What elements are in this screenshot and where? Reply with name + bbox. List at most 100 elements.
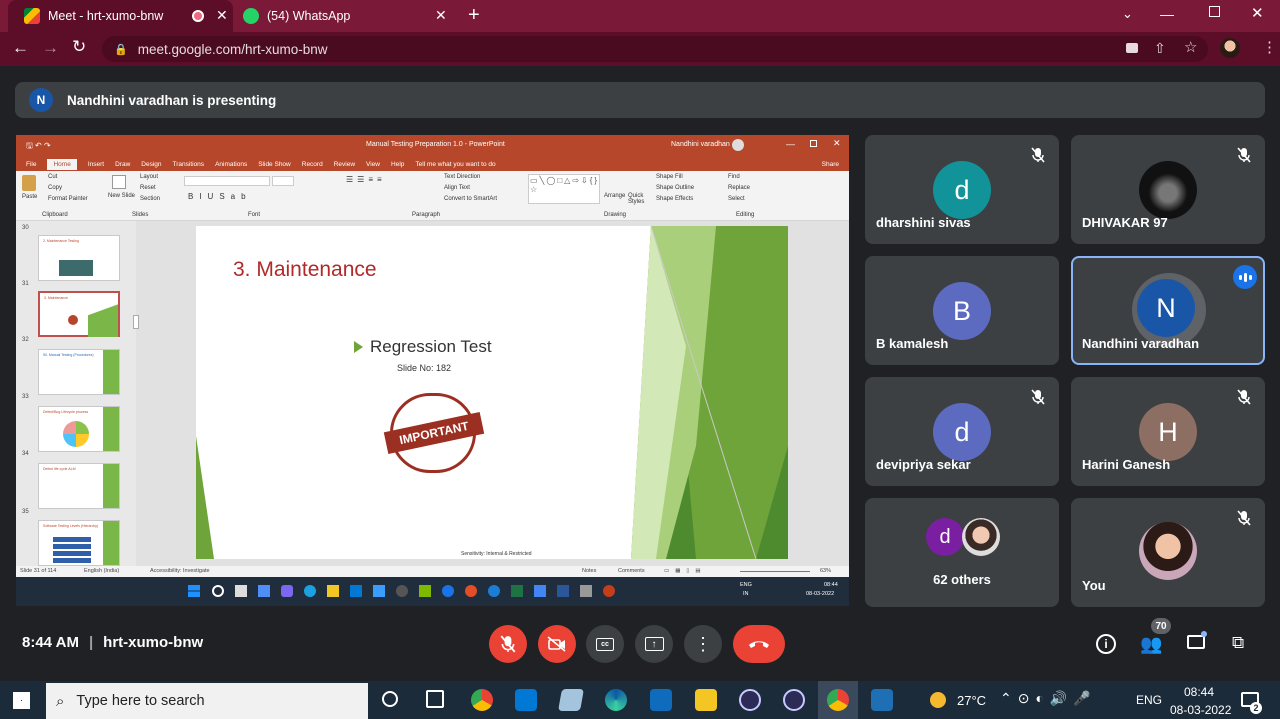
people-icon[interactable]: 👥: [1140, 634, 1162, 655]
thumbnail-slide-32[interactable]: 50. Manual Testing (Procedures): [38, 349, 120, 395]
back-icon[interactable]: ←: [12, 38, 29, 58]
paste-icon[interactable]: [22, 175, 36, 191]
status-zoom[interactable]: 63%: [820, 568, 831, 574]
restore-icon[interactable]: [1209, 6, 1220, 17]
tray-language[interactable]: ENG: [1136, 693, 1162, 707]
participant-tile[interactable]: d dharshini sivas: [865, 135, 1059, 244]
app-icon[interactable]: [783, 689, 805, 711]
tray-time[interactable]: 08:44: [1184, 685, 1214, 699]
task-view-icon[interactable]: [426, 690, 444, 708]
reset-button[interactable]: Reset: [140, 185, 156, 191]
shape-outline-button[interactable]: Shape Outline: [656, 185, 694, 191]
pp-tell-me[interactable]: Tell me what you want to do: [415, 161, 495, 168]
thumbnail-slide-33[interactable]: Defect/Bug Lifecycle process: [38, 406, 120, 452]
pp-menu-slideshow[interactable]: Slide Show: [258, 161, 291, 168]
zoom-slider[interactable]: [740, 571, 810, 572]
close-tab-icon[interactable]: ✕: [435, 7, 447, 24]
pp-menu-animations[interactable]: Animations: [215, 161, 247, 168]
captions-button[interactable]: cc: [586, 625, 624, 663]
weather-temp[interactable]: 27°C: [957, 693, 986, 708]
forward-icon[interactable]: →: [42, 38, 59, 58]
status-accessibility[interactable]: Accessibility: Investigate: [150, 568, 210, 574]
thumbnail-slide-31[interactable]: 3. Maintenance: [38, 291, 120, 337]
weather-icon[interactable]: [930, 692, 946, 708]
store-icon[interactable]: [515, 689, 537, 711]
paste-label[interactable]: Paste: [22, 194, 37, 200]
thumbnail-slide-30[interactable]: 2. Maintenance Testing: [38, 235, 120, 281]
shapes-gallery[interactable]: ▭╲◯□△⇨⇩{}☆: [528, 174, 600, 204]
edge-icon[interactable]: [605, 689, 627, 711]
chrome-taskbar-icon[interactable]: [471, 689, 493, 711]
present-button[interactable]: ↑: [635, 625, 673, 663]
pp-menu-record[interactable]: Record: [302, 161, 323, 168]
copy-button[interactable]: Copy: [48, 185, 62, 191]
meeting-code[interactable]: hrt-xumo-bnw: [103, 634, 203, 651]
app-icon[interactable]: [739, 689, 761, 711]
leave-call-button[interactable]: [733, 625, 785, 663]
chrome-profile-taskbar-icon[interactable]: [827, 689, 849, 711]
shape-fill-button[interactable]: Shape Fill: [656, 174, 683, 180]
file-explorer-icon[interactable]: [695, 689, 717, 711]
format-painter-button[interactable]: Format Painter: [48, 196, 88, 202]
pp-menu-design[interactable]: Design: [141, 161, 161, 168]
text-direction-button[interactable]: Text Direction: [444, 174, 480, 180]
tray-icons[interactable]: ⌃⊙◐🔊🎤: [1000, 690, 1097, 707]
thumbnail-slide-35[interactable]: Software Testing Levels (Hierarchy): [38, 520, 120, 566]
tab-search-icon[interactable]: ⌄: [1122, 6, 1133, 22]
profile-avatar[interactable]: [1220, 38, 1240, 58]
status-comments[interactable]: Comments: [618, 568, 645, 574]
shape-effects-button[interactable]: Shape Effects: [656, 196, 693, 202]
share-icon[interactable]: ⇧: [1154, 40, 1166, 57]
meeting-info-icon[interactable]: i: [1096, 634, 1116, 654]
mail-icon[interactable]: [650, 689, 672, 711]
pp-share-button[interactable]: Share: [822, 161, 839, 168]
photos-icon[interactable]: [871, 689, 893, 711]
new-slide-icon[interactable]: [112, 175, 126, 189]
font-size-box[interactable]: [272, 176, 294, 186]
arrange-button[interactable]: Arrange: [604, 193, 625, 199]
convert-smartart-button[interactable]: Convert to SmartArt: [444, 196, 497, 202]
pp-menu-review[interactable]: Review: [334, 161, 355, 168]
tray-date[interactable]: 08-03-2022: [1170, 703, 1231, 717]
menu-kebab-icon[interactable]: ⋮: [1262, 38, 1277, 56]
app-icon[interactable]: [558, 689, 584, 711]
pp-minimize-icon[interactable]: —: [786, 139, 795, 149]
minimize-icon[interactable]: —: [1160, 6, 1174, 22]
windows-start-icon[interactable]: [13, 692, 30, 709]
address-bar[interactable]: 🔒 meet.google.com/hrt-xumo-bnw: [102, 36, 1208, 62]
close-window-icon[interactable]: ✕: [1251, 4, 1264, 22]
mic-toggle-button[interactable]: [489, 625, 527, 663]
section-button[interactable]: Section: [140, 196, 160, 202]
tab-whatsapp[interactable]: (54) WhatsApp ✕: [233, 0, 458, 32]
font-name-box[interactable]: [184, 176, 270, 186]
tab-meet[interactable]: Meet - hrt-xumo-bnw ✕: [8, 0, 233, 32]
pp-menu-help[interactable]: Help: [391, 161, 404, 168]
cut-button[interactable]: Cut: [48, 174, 57, 180]
close-tab-icon[interactable]: ✕: [216, 7, 228, 24]
participant-tile-active-speaker[interactable]: N Nandhini varadhan: [1071, 256, 1265, 365]
new-tab-icon[interactable]: +: [468, 4, 480, 27]
align-text-button[interactable]: Align Text: [444, 185, 470, 191]
quick-styles-button[interactable]: Quick Styles: [628, 193, 652, 205]
self-tile[interactable]: You: [1071, 498, 1265, 607]
more-options-button[interactable]: ⋮: [684, 625, 722, 663]
reload-icon[interactable]: ↻: [72, 37, 86, 57]
pp-restore-icon[interactable]: [810, 140, 817, 147]
view-buttons[interactable]: ▭▦▯▤: [664, 568, 707, 574]
status-notes[interactable]: Notes: [582, 568, 596, 574]
pp-menu-file[interactable]: File: [26, 161, 36, 168]
new-slide-label[interactable]: New Slide: [108, 193, 135, 199]
participant-tile[interactable]: d devipriya sekar: [865, 377, 1059, 486]
pp-menu-transitions[interactable]: Transitions: [173, 161, 205, 168]
pp-menu-view[interactable]: View: [366, 161, 380, 168]
others-tile[interactable]: d 62 others: [865, 498, 1059, 607]
pane-splitter[interactable]: [133, 315, 139, 329]
camera-in-use-icon[interactable]: [1126, 43, 1138, 53]
pp-menu-insert[interactable]: Insert: [88, 161, 104, 168]
camera-toggle-button[interactable]: [538, 625, 576, 663]
thumbnail-slide-34[interactable]: Defect life cycle ALM: [38, 463, 120, 509]
chat-icon[interactable]: [1187, 635, 1205, 649]
cortana-icon[interactable]: [382, 691, 398, 707]
list-icons[interactable]: ☰☰≡≡: [346, 175, 386, 184]
layout-button[interactable]: Layout: [140, 174, 158, 180]
